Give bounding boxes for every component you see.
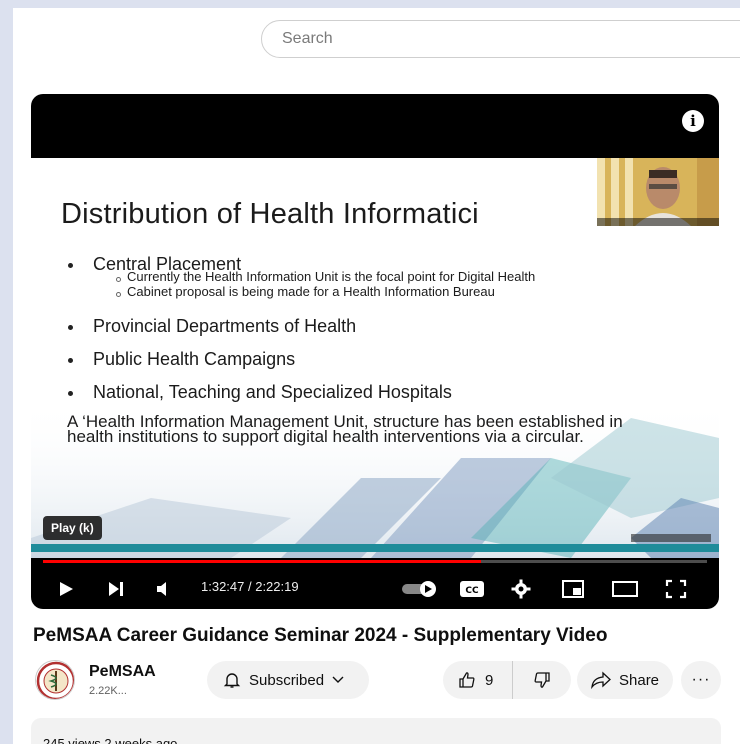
- bell-icon: [223, 671, 241, 689]
- svg-text:CC: CC: [465, 586, 479, 596]
- channel-name[interactable]: PeMSAA: [89, 663, 156, 681]
- search-box[interactable]: [261, 20, 740, 58]
- progress-fill: [43, 560, 482, 563]
- volume-icon[interactable]: [155, 581, 173, 597]
- subscribed-button[interactable]: Subscribed: [207, 661, 369, 699]
- slide-bullet: Provincial Departments of Health: [68, 316, 667, 337]
- captions-icon[interactable]: CC: [459, 579, 485, 599]
- info-icon[interactable]: i: [682, 110, 704, 132]
- progress-bar[interactable]: [43, 560, 707, 563]
- slide-bullet-list: Central Placement Currently the Health I…: [68, 254, 667, 403]
- player-controls: 1:32:47 / 2:22:19 CC: [31, 572, 719, 604]
- miniplayer-icon[interactable]: [561, 579, 585, 599]
- dislike-button[interactable]: [513, 661, 571, 699]
- youtube-page: i Distribution of Health I: [13, 8, 740, 744]
- subscribed-label: Subscribed: [249, 671, 325, 689]
- like-count: 9: [485, 671, 494, 689]
- more-actions-button[interactable]: ···: [681, 661, 721, 699]
- description-box[interactable]: 245 views 2 weeks ago: [31, 718, 721, 744]
- autoplay-toggle-icon[interactable]: [401, 579, 439, 599]
- video-player[interactable]: i Distribution of Health Informatici Cen…: [31, 94, 719, 609]
- more-horizontal-icon: ···: [691, 671, 711, 688]
- channel-logo-icon: [36, 661, 74, 699]
- slide-bullet: Public Health Campaigns: [68, 349, 667, 370]
- play-icon[interactable]: [57, 580, 75, 598]
- channel-row: PeMSAA 2.22K... Subscribed 9 Share ···: [31, 656, 731, 706]
- views-and-date: 245 views 2 weeks ago: [43, 736, 178, 744]
- thumbs-down-icon: [534, 672, 550, 688]
- fullscreen-icon[interactable]: [665, 579, 687, 599]
- time-display: 1:32:47 / 2:22:19: [201, 579, 299, 594]
- like-button[interactable]: 9: [443, 661, 513, 699]
- slide-title: Distribution of Health Informatici: [61, 198, 479, 230]
- share-label: Share: [619, 671, 660, 689]
- slide-bullet: National, Teaching and Specialized Hospi…: [68, 382, 667, 403]
- chevron-down-icon: [332, 676, 344, 684]
- search-input[interactable]: [262, 21, 740, 57]
- like-dislike-group: 9: [443, 661, 571, 699]
- presenter-thumbnail: [597, 158, 719, 226]
- thumbs-up-icon: [459, 672, 475, 688]
- slide-note: A ‘Health Information Management Unit, s…: [67, 412, 623, 446]
- next-icon[interactable]: [107, 580, 125, 598]
- channel-avatar[interactable]: [35, 660, 75, 700]
- video-title: PeMSAA Career Guidance Seminar 2024 - Su…: [33, 625, 608, 646]
- slide-sub-bullet: Currently the Health Information Unit is…: [116, 270, 667, 283]
- slide-sub-bullet: Cabinet proposal is being made for a Hea…: [116, 285, 667, 298]
- play-tooltip: Play (k): [43, 516, 102, 540]
- share-icon: [591, 671, 611, 689]
- presenter-webcam: [597, 158, 719, 226]
- share-button[interactable]: Share: [577, 661, 673, 699]
- theater-mode-icon[interactable]: [611, 579, 639, 599]
- settings-gear-icon[interactable]: [511, 579, 531, 599]
- subscriber-count: 2.22K...: [89, 685, 127, 697]
